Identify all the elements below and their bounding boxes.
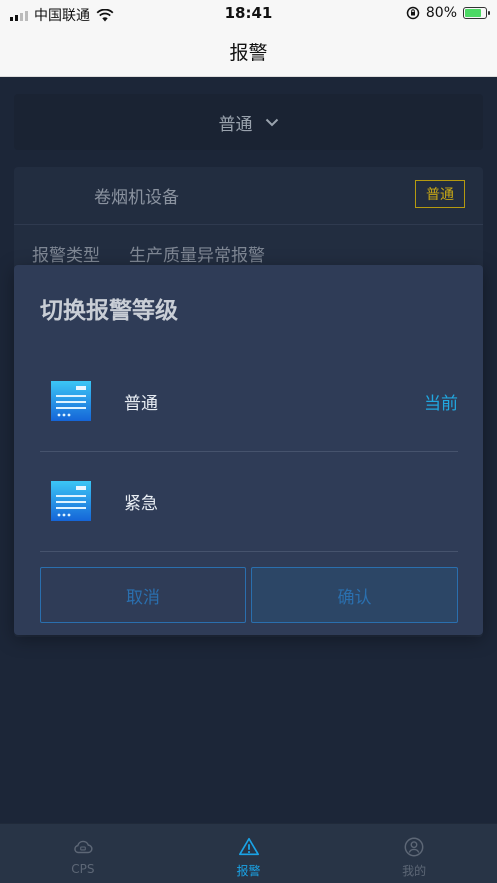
cancel-button[interactable]: 取消 bbox=[40, 567, 246, 623]
orientation-lock-icon bbox=[406, 6, 420, 20]
tab-label: CPS bbox=[71, 862, 95, 876]
option-label: 紧急 bbox=[124, 494, 158, 514]
tab-alarm[interactable]: 报警 bbox=[166, 824, 332, 883]
battery-icon bbox=[463, 7, 490, 19]
warning-icon bbox=[238, 837, 259, 856]
server-icon bbox=[51, 481, 91, 521]
cloud-icon bbox=[74, 840, 93, 854]
tab-bar: CPS 报警 我的 bbox=[0, 823, 497, 883]
level-filter-value: 普通 bbox=[218, 114, 253, 135]
device-name: 卷烟机设备 bbox=[94, 188, 179, 208]
page-title: 报警 bbox=[229, 42, 268, 64]
server-icon bbox=[51, 381, 91, 421]
level-option-normal[interactable]: 普通 当前 bbox=[40, 353, 458, 452]
level-filter-dropdown[interactable]: 普通 bbox=[14, 94, 483, 150]
tab-cps[interactable]: CPS bbox=[0, 824, 166, 883]
alarm-type-value: 生产质量异常报警 bbox=[129, 246, 265, 266]
battery-percent: 80% bbox=[425, 5, 457, 21]
chevron-down-icon bbox=[265, 118, 278, 126]
tab-label: 我的 bbox=[402, 864, 427, 878]
current-tag: 当前 bbox=[424, 394, 458, 414]
tab-mine[interactable]: 我的 bbox=[331, 824, 497, 883]
nav-bar: 报警 bbox=[0, 26, 497, 77]
confirm-button[interactable]: 确认 bbox=[251, 567, 458, 623]
level-badge: 普通 bbox=[415, 180, 465, 208]
tab-label: 报警 bbox=[236, 864, 261, 878]
status-bar: 中国联通 18:41 80% bbox=[0, 0, 497, 26]
user-icon bbox=[404, 837, 424, 857]
dialog-title: 切换报警等级 bbox=[40, 298, 178, 324]
level-option-urgent[interactable]: 紧急 bbox=[40, 453, 458, 552]
card-divider bbox=[14, 224, 483, 225]
switch-level-dialog: 切换报警等级 普通 当前 紧急 取消 确认 bbox=[14, 265, 483, 635]
status-right: 80% bbox=[406, 5, 490, 21]
option-label: 普通 bbox=[124, 394, 158, 414]
alarm-type-label: 报警类型 bbox=[32, 246, 100, 266]
